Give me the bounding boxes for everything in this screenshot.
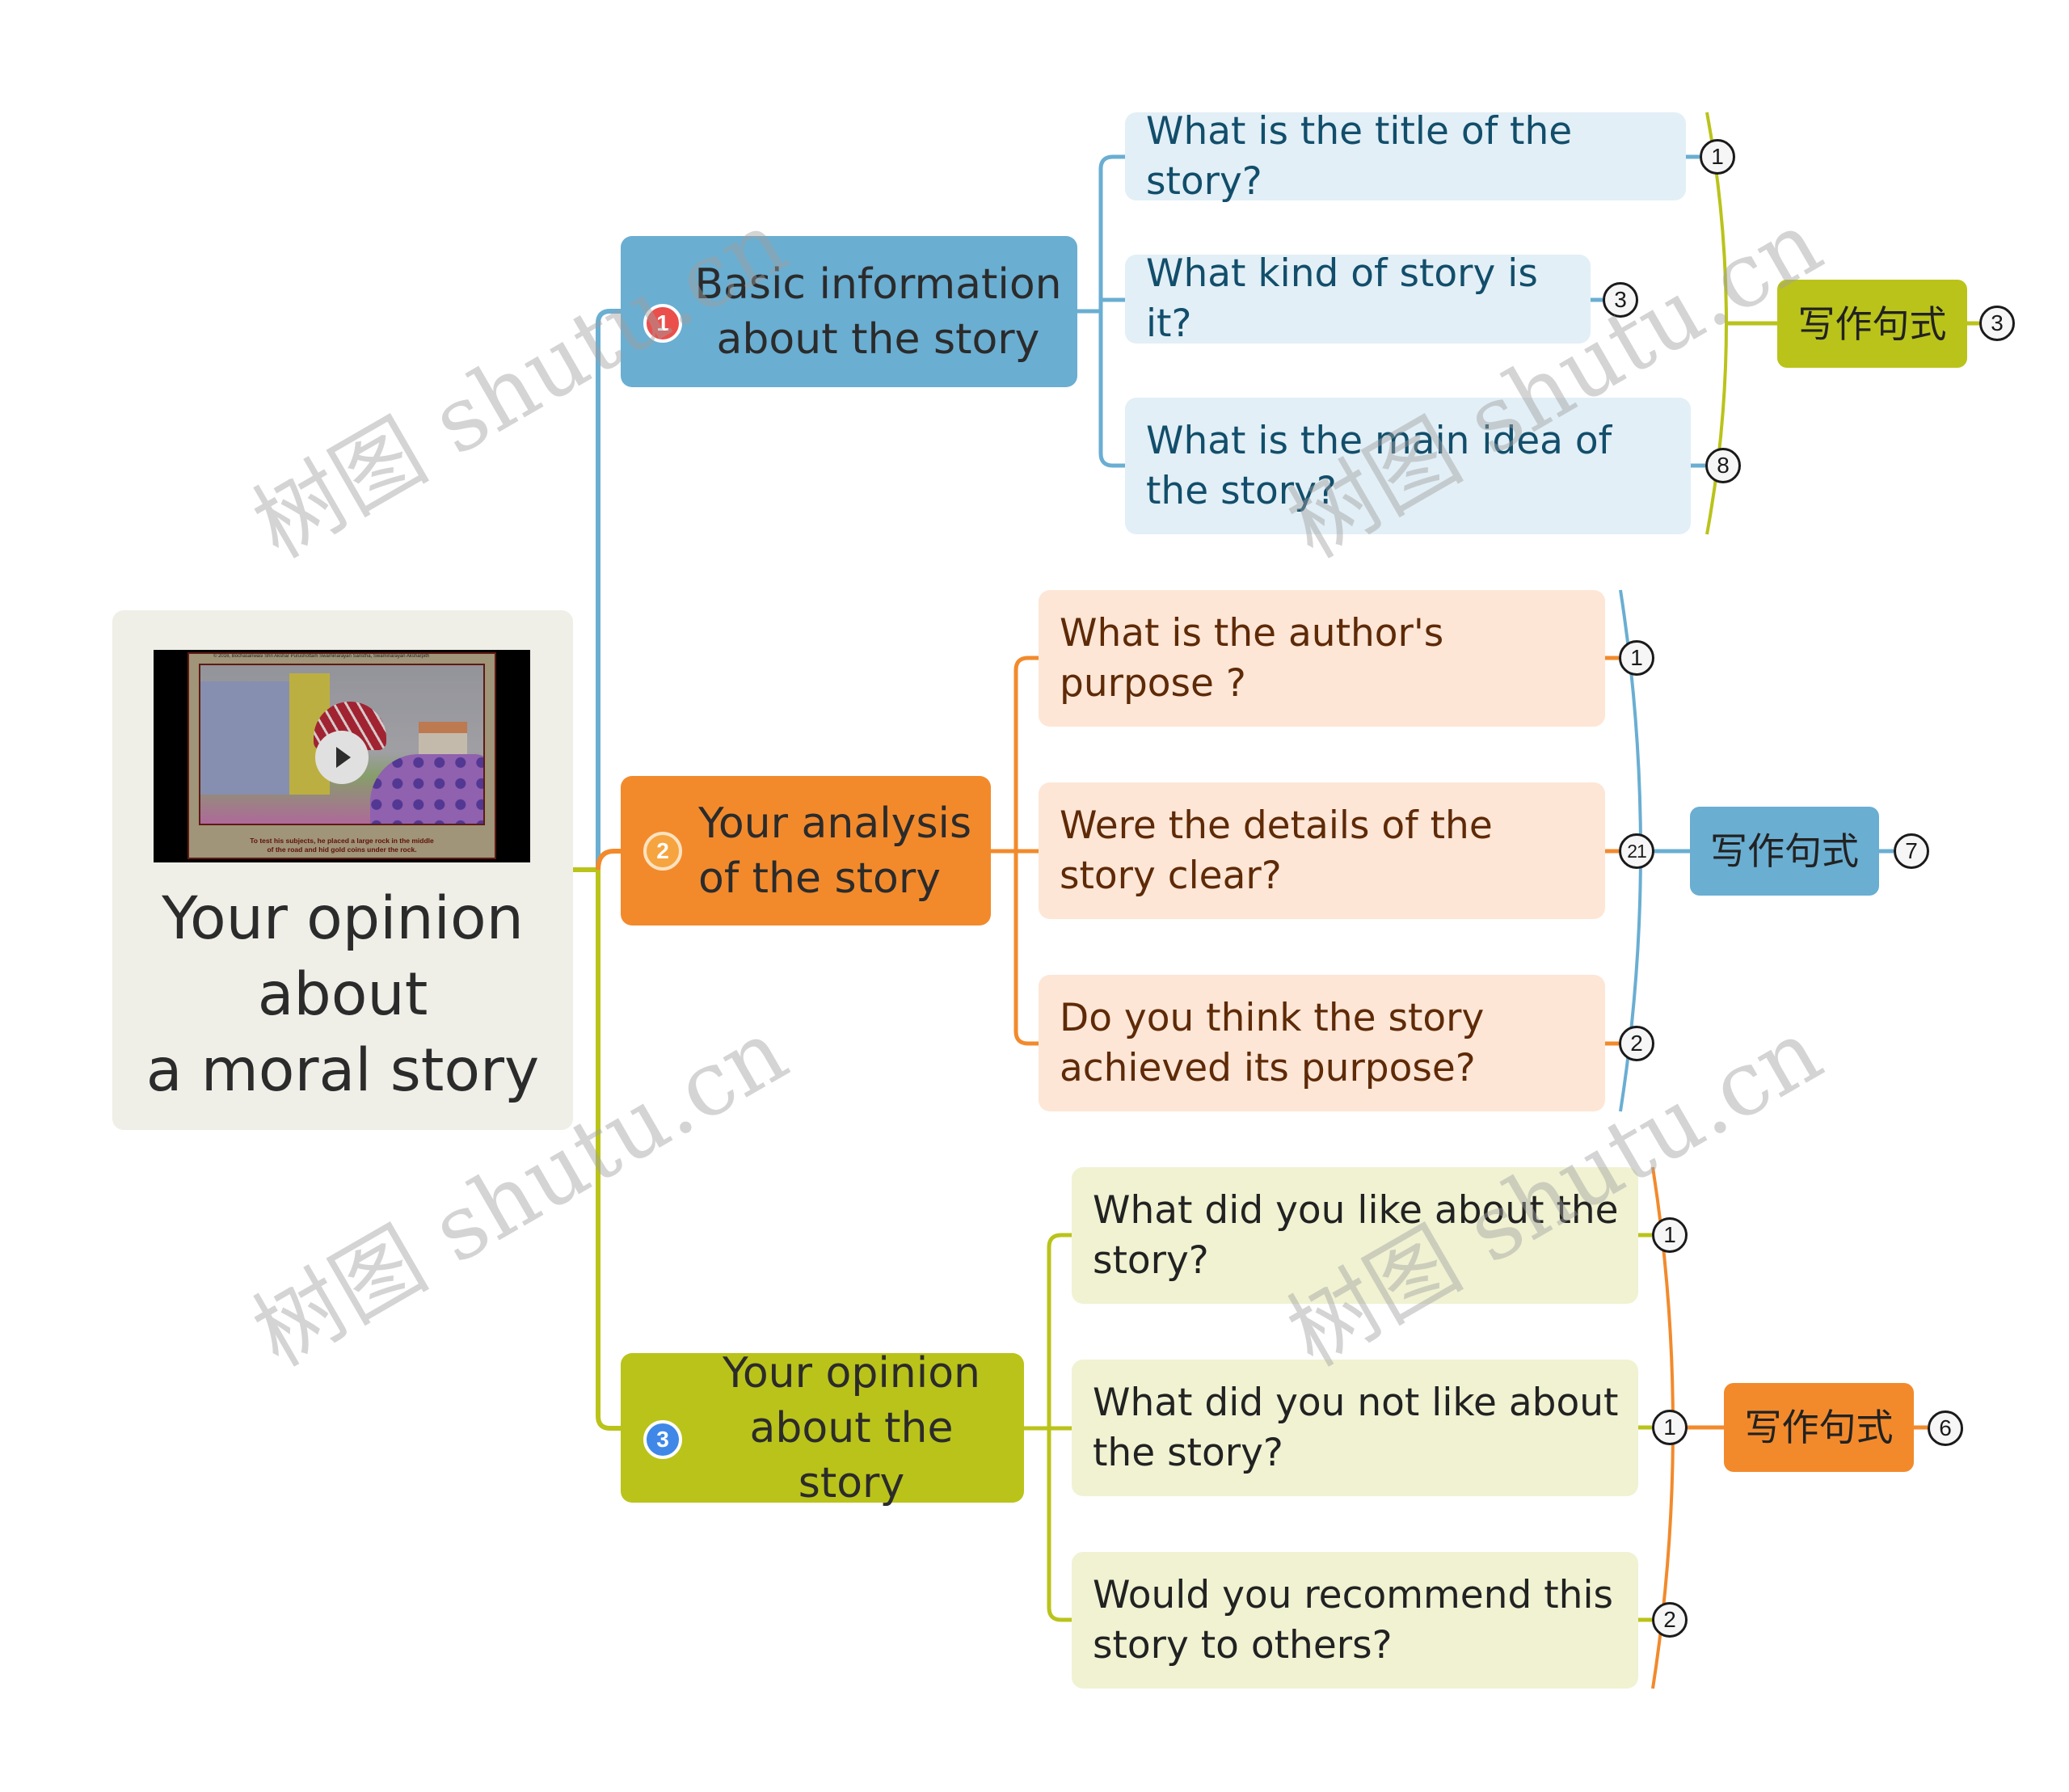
subtopic-details-clear[interactable]: Were the details of the story clear? [1039,782,1605,919]
count-badge[interactable]: 2 [1652,1602,1688,1638]
subtopic-achieved-purpose[interactable]: Do you think the story achieved its purp… [1039,975,1605,1111]
connector-topic2-subs [991,656,1039,1046]
count-badge[interactable]: 1 [1700,139,1735,175]
summary-writing-patterns-2[interactable]: 写作句式 [1690,807,1879,896]
topic-label: Your analysis of the story [698,799,972,903]
priority-2-icon: 2 [643,831,682,871]
count-badge[interactable]: 3 [1979,306,2015,341]
subtopic-label: What did you not like about the story? [1093,1380,1619,1475]
connector-topic1-subs [1077,154,1125,468]
play-icon[interactable] [315,731,369,784]
count-badge[interactable]: 1 [1652,1217,1688,1253]
count-badge[interactable]: 21 [1619,833,1654,869]
video-caption: To test his subjects, he placed a large … [250,837,434,854]
subtopic-not-liked[interactable]: What did you not like about the story? [1072,1360,1638,1496]
video-thumbnail[interactable]: © 2016, Bochasanwasi Shri Akshar Purusho… [154,650,530,862]
subtopic-label: What is the author's purpose ? [1060,610,1444,706]
priority-3-icon: 3 [643,1419,682,1459]
count-badge[interactable]: 7 [1894,833,1929,869]
connector-root-topic2 [596,849,621,871]
subtopic-recommend[interactable]: Would you recommend this story to others… [1072,1552,1638,1689]
subtopic-label: Were the details of the story clear? [1060,803,1493,898]
summary-writing-patterns-3[interactable]: 写作句式 [1724,1383,1914,1472]
subtopic-label: Do you think the story achieved its purp… [1060,995,1485,1090]
topic-analysis[interactable]: 2 Your analysis of the story [621,776,991,926]
video-frame: © 2016, Bochasanwasi Shri Akshar Purusho… [188,652,496,859]
video-copyright: © 2016, Bochasanwasi Shri Akshar Purusho… [213,654,430,659]
count-badge[interactable]: 1 [1619,640,1654,676]
subtopic-title-of-story[interactable]: What is the title of the story? [1125,109,1686,204]
count-badge[interactable]: 6 [1928,1410,1963,1446]
connector-badges-3 [1638,1233,1652,1622]
video-illustration [199,664,485,825]
subtopic-label: Would you recommend this story to others… [1093,1572,1614,1668]
count-badge[interactable]: 1 [1652,1410,1688,1445]
topic-label: Your opinion about the story [723,1348,980,1507]
subtopic-label: What is the title of the story? [1146,108,1573,204]
connector-badges-2 [1605,656,1619,1046]
connector-topic3-subs [1024,1233,1072,1622]
root-title: Your opinion about a moral story [145,884,540,1105]
count-badge[interactable]: 8 [1705,448,1741,483]
topic-opinion[interactable]: 3 Your opinion about the story [621,1349,1024,1507]
subtopic-author-purpose[interactable]: What is the author's purpose ? [1039,590,1605,727]
